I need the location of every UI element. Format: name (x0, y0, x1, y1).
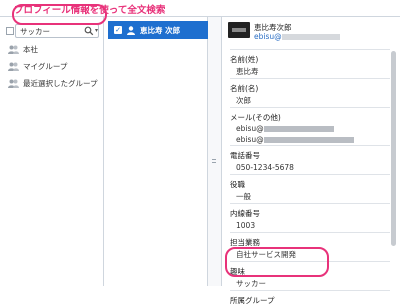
field-label: 電話番号 (230, 151, 260, 160)
group-list: 本社 マイグループ 最近選択したグループ (0, 41, 104, 92)
nav-item-honsha[interactable]: 本社 (0, 41, 104, 58)
field-label: 所属グループ (230, 296, 275, 305)
search-icon[interactable] (84, 26, 94, 36)
email-prefix: ebisu@ (236, 124, 264, 133)
field-groups: 所属グループ (230, 291, 390, 306)
field-value: 一般 (236, 192, 251, 201)
group-icon (8, 62, 19, 71)
result-name: 恵比寿 次郎 (140, 25, 181, 35)
field-value: サッカー (236, 279, 266, 288)
profile-pane: 恵比寿次郎 ebisu@ 名前(姓) 恵比寿 名前(名) 次郎 メール(その他)… (222, 17, 400, 305)
nav-item-label: マイグループ (23, 62, 68, 71)
field-phone: 電話番号 050-1234-5678 (230, 146, 390, 174)
redacted-text (281, 34, 340, 40)
profile-email-prefix: ebisu@ (254, 32, 282, 41)
redacted-text (263, 137, 354, 143)
field-value: 恵比寿 (236, 67, 259, 76)
group-icon (8, 79, 19, 88)
field-label: 名前(姓) (230, 55, 259, 64)
field-value: 次郎 (236, 96, 251, 105)
field-title: 役職 一般 (230, 175, 390, 203)
field-label: 担当業務 (230, 238, 260, 247)
select-all-checkbox[interactable] (6, 27, 14, 35)
field-value: ebisu@ (230, 123, 390, 134)
pane-splitter[interactable] (208, 17, 222, 286)
caret-down-icon[interactable]: ▾ (95, 28, 98, 34)
profile-header: 恵比寿次郎 ebisu@ (222, 17, 400, 47)
field-other-email: メール(その他) ebisu@ ebisu@ (230, 108, 390, 145)
search-box: ▾ (6, 24, 99, 38)
field-extension: 内線番号 1003 (230, 204, 390, 232)
field-last-name: 名前(姓) 恵比寿 (230, 50, 390, 78)
field-duties: 担当業務 自社サービス開発 (230, 233, 390, 261)
field-value: 050-1234-5678 (236, 163, 294, 172)
splitter-grip-icon[interactable] (212, 159, 216, 167)
field-label: メール(その他) (230, 113, 281, 122)
field-first-name: 名前(名) 次郎 (230, 79, 390, 107)
nav-item-label: 本社 (23, 45, 38, 54)
scrollbar[interactable] (391, 51, 396, 246)
results-pane: ✓ 恵比寿 次郎 (104, 17, 208, 286)
email-prefix: ebisu@ (236, 135, 264, 144)
field-label: 趣味 (230, 267, 245, 276)
result-checkbox[interactable]: ✓ (114, 26, 122, 34)
profile-details: 名前(姓) 恵比寿 名前(名) 次郎 メール(その他) ebisu@ ebisu… (230, 49, 390, 306)
field-value: 1003 (236, 221, 256, 230)
field-label: 役職 (230, 180, 245, 189)
check-icon: ✓ (115, 25, 121, 34)
nav-item-label: 最近選択したグループ (23, 79, 98, 88)
nav-item-my-group[interactable]: マイグループ (0, 58, 104, 75)
redacted-text (263, 126, 334, 132)
avatar (228, 22, 250, 38)
field-value: 自社サービス開発 (236, 250, 296, 259)
profile-email[interactable]: ebisu@ (254, 32, 340, 41)
result-row[interactable]: ✓ 恵比寿 次郎 (108, 21, 208, 39)
field-label: 内線番号 (230, 209, 260, 218)
app-frame: ▾ 本社 マイグループ (0, 16, 400, 305)
field-label: 名前(名) (230, 84, 259, 93)
group-icon (8, 45, 19, 54)
nav-item-recent-groups[interactable]: 最近選択したグループ (0, 75, 104, 92)
field-value: ebisu@ (230, 134, 390, 145)
user-icon (127, 25, 135, 35)
group-pane: ▾ 本社 マイグループ (0, 17, 104, 286)
annotation-caption: プロフィール情報を使って全文検索 (14, 5, 166, 16)
